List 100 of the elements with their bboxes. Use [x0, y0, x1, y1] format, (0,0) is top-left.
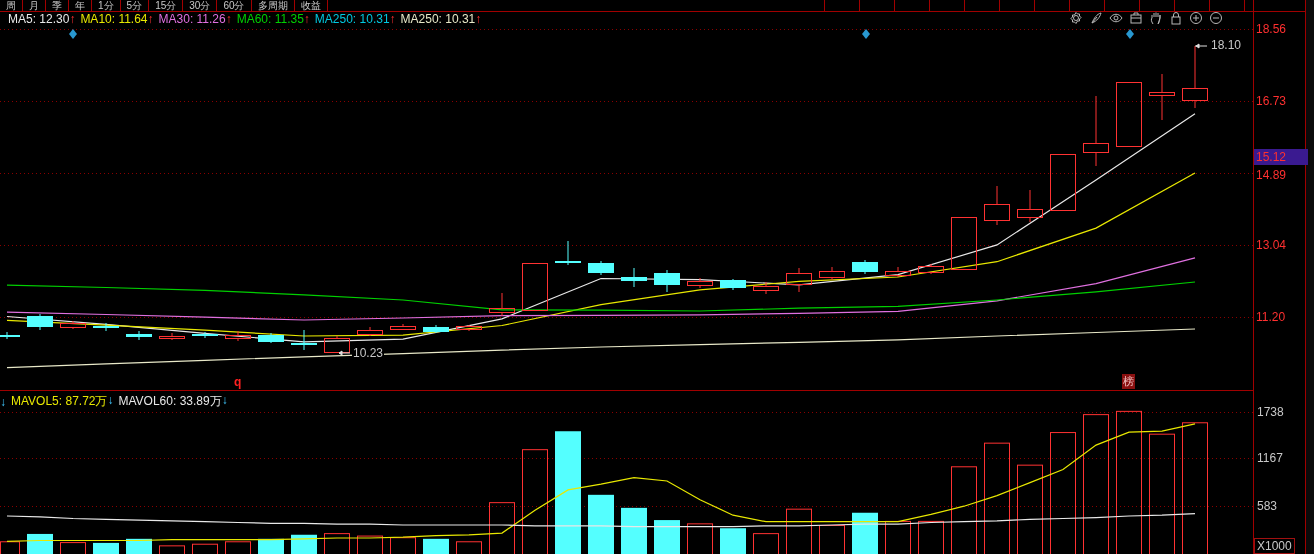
- period-tab[interactable]: 15分: [149, 0, 184, 11]
- price-axis-label: 13.04: [1256, 238, 1287, 252]
- candlestick: [258, 332, 284, 344]
- diamond-marker-icon: [862, 29, 870, 39]
- volume-bar: [0, 541, 20, 554]
- period-tab[interactable]: 1分: [92, 0, 121, 11]
- period-tab[interactable]: 收益: [294, 0, 328, 11]
- candlestick: [984, 185, 1010, 226]
- up-arrow: ↑: [475, 11, 482, 26]
- candlestick: [687, 277, 713, 289]
- down-arrow: ↓: [107, 393, 114, 409]
- indicator-value: MA30: 11.26: [158, 11, 226, 26]
- candlestick: [93, 322, 119, 332]
- volume-bar: [489, 502, 515, 554]
- period-tab[interactable]: 多周期: [251, 0, 295, 11]
- volume-bar: [456, 541, 482, 554]
- eye-icon[interactable]: [1108, 11, 1124, 25]
- diamond-marker-icon: [1126, 29, 1134, 39]
- high-price-label: 18.10: [1210, 38, 1243, 52]
- period-tab[interactable]: 周: [0, 0, 23, 11]
- event-marker[interactable]: q: [234, 375, 242, 389]
- diamond-marker-icon: [69, 29, 77, 39]
- candlestick: [390, 323, 416, 331]
- candlestick: [27, 313, 53, 331]
- volume-bar: [390, 537, 416, 554]
- volume-bar: [60, 542, 86, 554]
- candlestick: [588, 260, 614, 276]
- candlestick: [291, 329, 317, 351]
- candlestick: [456, 324, 482, 332]
- period-tab[interactable]: 季: [46, 0, 69, 11]
- candlestick: [159, 332, 185, 341]
- volume-bar: [258, 538, 284, 554]
- indicator-value: MA60: 11.35: [236, 11, 304, 26]
- candlestick: [951, 217, 977, 270]
- volume-bar: [885, 520, 911, 554]
- down-arrow: ↓: [0, 394, 6, 409]
- volume-bar: [720, 528, 746, 554]
- candlestick: [192, 331, 218, 339]
- up-arrow: ↑: [69, 11, 76, 26]
- zoom-out-icon[interactable]: [1208, 11, 1224, 25]
- leader-line: [338, 350, 351, 356]
- period-tab[interactable]: 5分: [120, 0, 150, 11]
- volume-bar: [654, 520, 680, 554]
- candlestick: [1149, 73, 1175, 121]
- event-marker[interactable]: 榜: [1122, 374, 1135, 389]
- candlestick: [918, 263, 944, 275]
- indicator-value: MAVOL60: 33.89万: [118, 393, 222, 410]
- volume-bar: [27, 533, 53, 554]
- up-arrow: ↑: [147, 11, 154, 26]
- down-arrow: ↓: [221, 393, 228, 409]
- up-arrow: ↑: [303, 11, 310, 26]
- volume-bar: [357, 535, 383, 554]
- settings-icon[interactable]: [1068, 11, 1084, 25]
- volume-axis-label: 1738: [1257, 405, 1284, 419]
- indicator-value: MA10: 11.64: [80, 11, 148, 26]
- volume-bar: [918, 520, 944, 554]
- volume-bar: [159, 545, 185, 554]
- volume-bar: [753, 533, 779, 554]
- volume-bar: [588, 494, 614, 554]
- volume-axis-label: 1167: [1257, 451, 1283, 465]
- volume-bar: [687, 523, 713, 554]
- volume-bar: [852, 512, 878, 554]
- period-tab[interactable]: 月: [23, 0, 46, 11]
- current-price-tag: 15.12: [1254, 149, 1308, 165]
- price-axis-label: 11.20: [1256, 310, 1286, 324]
- leader-line: [1194, 43, 1208, 49]
- up-arrow: ↑: [225, 11, 232, 26]
- candlestick: [1083, 95, 1109, 167]
- candlestick: [852, 259, 878, 275]
- candlestick: [489, 292, 515, 317]
- candlestick: [357, 326, 383, 337]
- period-tab[interactable]: 30分: [183, 0, 218, 11]
- period-tab[interactable]: 60分: [217, 0, 252, 11]
- zoom-in-icon[interactable]: [1188, 11, 1204, 25]
- candlestick: [522, 263, 548, 311]
- volume-bar: [93, 542, 119, 554]
- volume-bar: [423, 538, 449, 554]
- volume-bar: [819, 524, 845, 554]
- candlestick: [324, 335, 350, 353]
- period-tab[interactable]: 年: [69, 0, 92, 11]
- volume-bar: [291, 534, 317, 554]
- feather-icon[interactable]: [1088, 11, 1104, 25]
- candlestick: [60, 320, 86, 330]
- candlestick: [786, 267, 812, 293]
- price-axis-label: 18.56: [1256, 22, 1287, 36]
- candlestick: [423, 324, 449, 334]
- volume-bar: [786, 508, 812, 554]
- hand-icon[interactable]: [1148, 11, 1164, 25]
- volume-bar: [192, 543, 218, 554]
- candlestick: [885, 266, 911, 278]
- candlestick: [126, 330, 152, 341]
- candlestick: [720, 278, 746, 291]
- candlestick: [0, 331, 20, 340]
- volume-bar: [324, 533, 350, 554]
- indicator-value: MA250: 10.31: [314, 11, 390, 26]
- volume-bar: [225, 541, 251, 554]
- indicator-value: MA250: 10.31: [400, 11, 476, 26]
- candlestick: [555, 240, 581, 266]
- lock-icon[interactable]: [1168, 11, 1184, 25]
- briefcase-icon[interactable]: [1128, 11, 1144, 25]
